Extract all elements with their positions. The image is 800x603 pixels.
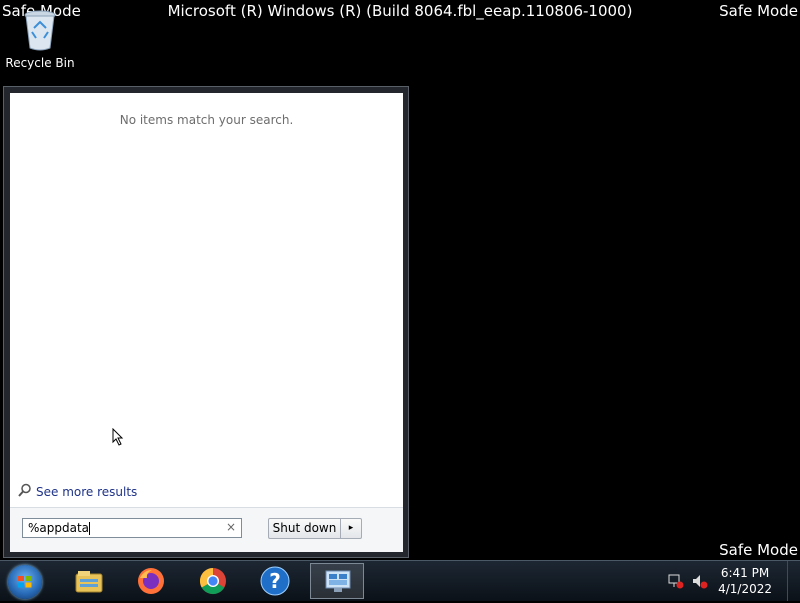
taskbar-clock[interactable]: 6:41 PM 4/1/2022 bbox=[718, 565, 772, 597]
clock-date: 4/1/2022 bbox=[718, 582, 772, 596]
see-more-results-link[interactable]: See more results bbox=[18, 483, 137, 500]
shutdown-options-arrow[interactable]: ▸ bbox=[341, 519, 361, 538]
search-input-value: %appdata bbox=[28, 521, 90, 535]
see-more-results-label: See more results bbox=[36, 484, 138, 499]
start-menu: No items match your search. See more res… bbox=[3, 86, 409, 558]
firefox-icon bbox=[136, 566, 166, 596]
network-icon[interactable] bbox=[668, 573, 684, 593]
text-caret bbox=[89, 522, 91, 535]
shutdown-button[interactable]: Shut down bbox=[269, 519, 341, 538]
taskbar-explorer-button[interactable] bbox=[62, 563, 116, 599]
taskbar-help-button[interactable]: ? bbox=[248, 563, 302, 599]
taskbar-chrome-button[interactable] bbox=[186, 563, 240, 599]
show-desktop-button[interactable] bbox=[787, 561, 800, 601]
remote-desktop-icon bbox=[323, 567, 353, 597]
magnifier-icon bbox=[18, 483, 32, 500]
safe-mode-watermark-bottom-right: Safe Mode bbox=[719, 541, 798, 559]
chrome-icon bbox=[198, 566, 228, 596]
build-watermark: Microsoft (R) Windows (R) (Build 8064.fb… bbox=[167, 2, 633, 20]
windows-logo-icon bbox=[18, 576, 32, 588]
start-button[interactable] bbox=[8, 565, 42, 599]
taskbar-firefox-button[interactable] bbox=[124, 563, 178, 599]
recycle-bin-label: Recycle Bin bbox=[5, 56, 75, 70]
start-menu-bottom-bar: %appdata × Shut down ▸ bbox=[10, 507, 403, 552]
volume-muted-icon[interactable] bbox=[692, 573, 708, 593]
shutdown-button-group: Shut down ▸ bbox=[268, 518, 362, 539]
recycle-bin-icon bbox=[22, 8, 58, 52]
taskbar-remote-desktop-button[interactable] bbox=[310, 563, 364, 599]
no-results-message: No items match your search. bbox=[119, 113, 294, 127]
svg-text:?: ? bbox=[269, 569, 281, 593]
windows-explorer-icon bbox=[74, 566, 104, 596]
mouse-cursor-icon bbox=[112, 427, 124, 446]
taskbar: ? 6:41 PM 4/1/2022 bbox=[0, 560, 800, 601]
safe-mode-watermark-top-right: Safe Mode bbox=[719, 2, 798, 20]
start-search-input[interactable]: %appdata × bbox=[22, 518, 242, 538]
search-results-pane: No items match your search. See more res… bbox=[10, 93, 403, 507]
help-icon: ? bbox=[260, 566, 290, 596]
clear-search-icon[interactable]: × bbox=[226, 520, 236, 534]
clock-time: 6:41 PM bbox=[720, 566, 770, 580]
recycle-bin-shortcut[interactable]: Recycle Bin bbox=[4, 8, 76, 70]
